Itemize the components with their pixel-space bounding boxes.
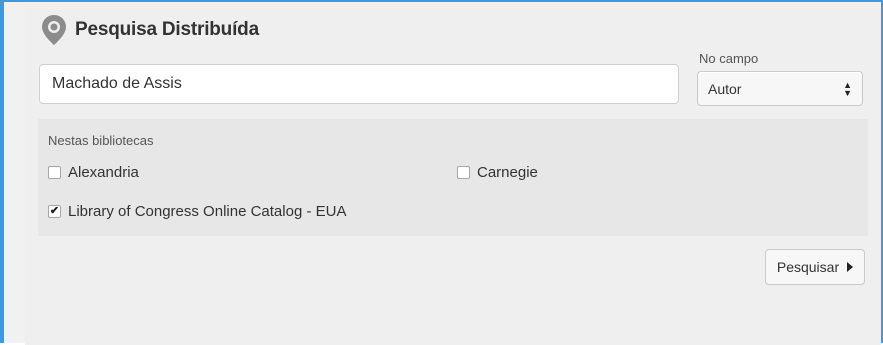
checkbox-alexandria[interactable] (48, 166, 61, 179)
library-option-library-of-congress[interactable]: ✔ Library of Congress Online Catalog - E… (48, 203, 346, 220)
library-label-carnegie: Carnegie (477, 164, 538, 181)
library-label-library-of-congress: Library of Congress Online Catalog - EUA (68, 203, 347, 220)
field-select-label: No campo (699, 51, 759, 66)
checkbox-library-of-congress[interactable]: ✔ (48, 205, 61, 218)
library-option-carnegie[interactable]: Carnegie (457, 164, 538, 181)
library-option-alexandria[interactable]: Alexandria (48, 164, 139, 181)
checkbox-carnegie[interactable] (457, 166, 470, 179)
page-title: Pesquisa Distribuída (75, 19, 259, 40)
search-button-label: Pesquisar (776, 259, 840, 275)
library-label-alexandria: Alexandria (68, 164, 139, 181)
libraries-group: Nestas bibliotecas Alexandria Carnegie ✔… (38, 119, 868, 236)
search-input[interactable] (39, 64, 679, 104)
window-frame: Pesquisa Distribuída No campo Autor ▲▼ N… (0, 0, 883, 345)
search-button[interactable]: Pesquisar (765, 249, 865, 285)
map-pin-icon (42, 15, 66, 45)
field-select-value: Autor (708, 80, 742, 97)
libraries-label: Nestas bibliotecas (48, 133, 154, 148)
panel-heading: Pesquisa Distribuída (41, 14, 259, 46)
caret-right-icon (847, 262, 854, 272)
up-down-arrows-icon: ▲ ▼ (843, 79, 852, 98)
field-select[interactable]: Autor ▲ ▼ (697, 71, 863, 106)
distributed-search-panel: Pesquisa Distribuída No campo Autor ▲▼ N… (25, 6, 881, 345)
